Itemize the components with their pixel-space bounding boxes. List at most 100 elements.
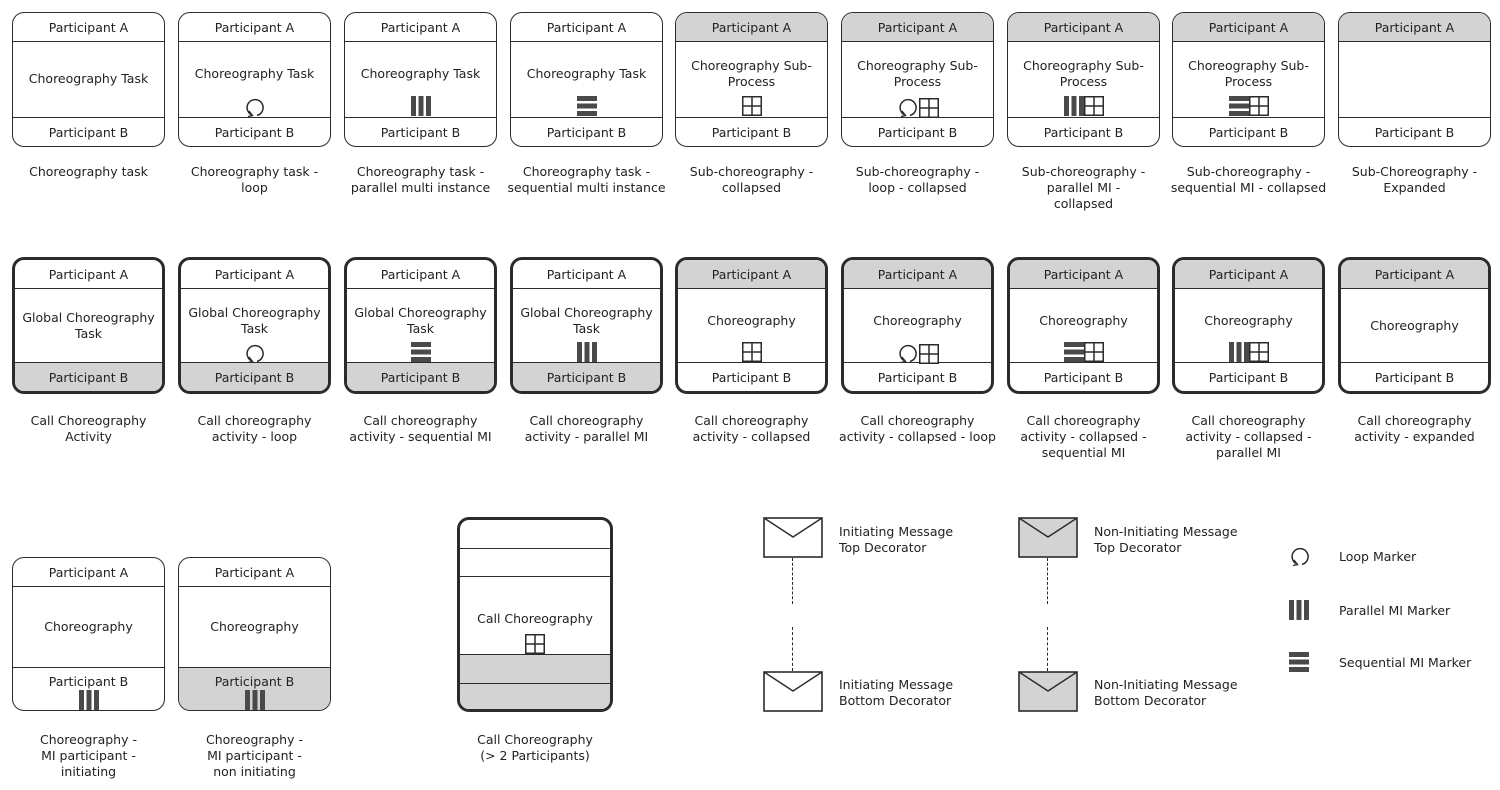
loop-marker-icon [898,344,917,364]
activity-name-line: Choreography [873,313,962,328]
choreography-shape[interactable]: Participant A Participant B Choreography [841,257,994,394]
participant-band-bottom: Participant B [1175,362,1322,391]
participant-band-top: Participant A [513,260,660,289]
shape-caption: Call choreography activity - collapsed - … [835,413,1001,445]
choreography-shape[interactable]: Participant A Participant B Choreography [178,557,331,711]
choreography-shape[interactable]: Participant A Participant B Choreography S… [675,12,828,147]
choreography-shape[interactable]: Participant A Participant B Choreography [1007,257,1160,394]
choreography-shape[interactable]: Participant A Participant B Choreography [1338,257,1491,394]
activity-name-line: Task [241,321,268,336]
participant-band-top: Participant A [1341,260,1488,289]
participant-label: Participant B [711,124,792,140]
participant-label: Participant B [1374,369,1455,385]
caption-line: activity - collapsed [692,429,811,444]
caption-line: Expanded [1383,180,1446,195]
caption-line: Choreography task - [522,164,651,179]
activity-markers [345,96,496,116]
choreography-shape[interactable]: Participant A Participant B Global Choreog… [344,257,497,394]
initiating-message-bottom-label: Initiating Message Bottom Decorator [839,677,953,709]
label-line: Bottom Decorator [1094,693,1207,708]
participant-band-bottom: Participant B [676,117,827,146]
participant-label: Participant B [1374,124,1455,140]
participant-label: Participant B [380,369,461,385]
caption-line: activity - parallel MI [524,429,649,444]
choreography-shape[interactable]: Participant A Participant B Choreography S… [1007,12,1160,147]
activity-name-line: Task [573,321,600,336]
activity-name-line: Choreography [210,618,299,634]
participant-band-bottom: Participant B [1008,117,1159,146]
choreography-shape[interactable]: Participant A Participant B [1338,12,1491,147]
participant-band-bottom: Participant B [513,362,660,391]
activity-name: Choreography [179,587,330,666]
caption-line: Sub-choreography - [1186,164,1311,179]
caption-line: Call choreography [860,413,975,428]
choreography-shape[interactable]: Participant A Participant B Choreography S… [841,12,994,147]
caption-line: Call choreography [694,413,809,428]
choreography-shape[interactable]: Participant A Participant B Choreography S… [1172,12,1325,147]
caption-line: parallel MI - [1046,180,1121,195]
activity-name: Choreography [1341,289,1488,362]
initiating-message-top-envelope-icon [763,517,823,558]
choreography-shape[interactable]: Participant A Participant B Choreography T… [12,12,165,147]
participant-band-top: Participant A [1175,260,1322,289]
caption-line: parallel MI [1216,445,1281,460]
participant-band-top: Participant A [345,13,496,42]
choreography-shape[interactable]: Participant A Participant B Choreography [12,557,165,711]
caption-line: MI participant - [41,748,136,763]
participant-band-bottom: Participant B [511,117,662,146]
choreography-shape[interactable]: Participant A Participant B Choreography T… [178,12,331,147]
participant-label: Participant B [48,369,129,385]
choreography-shape[interactable]: Participant A Participant B Choreography T… [344,12,497,147]
shape-caption: Call choreography activity - collapsed -p… [1166,413,1332,461]
caption-line: parallel multi instance [350,180,491,195]
choreography-shape[interactable]: Participant A Participant B Global Choreog… [12,257,165,394]
participant-label: Participant B [1208,124,1289,140]
choreography-shape[interactable]: Participant A Participant B Choreography [675,257,828,394]
choreography-shape[interactable]: Participant A Participant B Global Choreog… [178,257,331,394]
choreography-shape[interactable]: Participant A Participant B Choreography T… [510,12,663,147]
caption-line: activity - collapsed - [1185,429,1312,444]
shape-caption: Sub-choreography - collapsed [669,164,835,196]
activity-name-line: Choreography Task [526,66,647,81]
loop-marker-icon [245,344,264,364]
caption-line: Sub-choreography - [1021,164,1146,179]
non-initiating-message-bottom-label: Non-Initiating Message Bottom Decorator [1094,677,1238,709]
activity-name [1339,42,1490,116]
shape-caption: Choreography task - loop [172,164,338,196]
subprocess-plus-marker-icon [1248,342,1269,362]
activity-markers [181,342,328,364]
participant-band-top: Participant A [347,260,494,289]
shape-caption: Choreography - MI participant - initiating [6,732,172,780]
activity-markers [1010,342,1157,362]
choreography-shape[interactable]: Participant A Participant B Global Choreog… [510,257,663,394]
participant-band-bottom: Participant B [1173,117,1324,146]
participant-label: Participant B [546,124,627,140]
message-connector-dash [792,627,793,671]
label-line: Bottom Decorator [839,693,952,708]
loop-marker-icon [245,98,264,118]
loop-marker-icon [1291,547,1309,567]
participant-band-bottom: Participant B [179,117,330,146]
shape-caption: Call choreography activity - collapsed -s… [1001,413,1167,461]
participant-label: Participant B [214,369,295,385]
subprocess-plus-marker-icon [918,98,939,118]
participant-band-bottom: Participant B [678,362,825,391]
participant-label: Participant B [48,124,129,140]
activity-markers [179,96,330,118]
caption-line: Call choreography [529,413,644,428]
sequential-mi-marker-icon [576,96,597,116]
activity-name-line: Task [75,325,102,341]
sequential-mi-marker-icon [1063,342,1084,362]
initiating-message-top-label: Initiating Message Top Decorator [839,524,953,556]
shape-caption: Choreography task [6,164,172,180]
activity-name-line: Choreography Sub- [1188,58,1309,73]
caption-line: Call choreography [197,413,312,428]
activity-markers [347,342,494,362]
caption-line: collapsed [1053,196,1114,211]
sequential-mi-marker-icon [1289,652,1309,672]
activity-name: Choreography Task [13,42,164,116]
participant-band-top: Participant A [678,260,825,289]
initiating-message-bottom-envelope-icon [763,671,823,712]
choreography-shape[interactable]: Participant A Participant B Choreography [1172,257,1325,394]
call-choreography-multi-participant-shape[interactable]: Call Choreography [457,517,613,712]
